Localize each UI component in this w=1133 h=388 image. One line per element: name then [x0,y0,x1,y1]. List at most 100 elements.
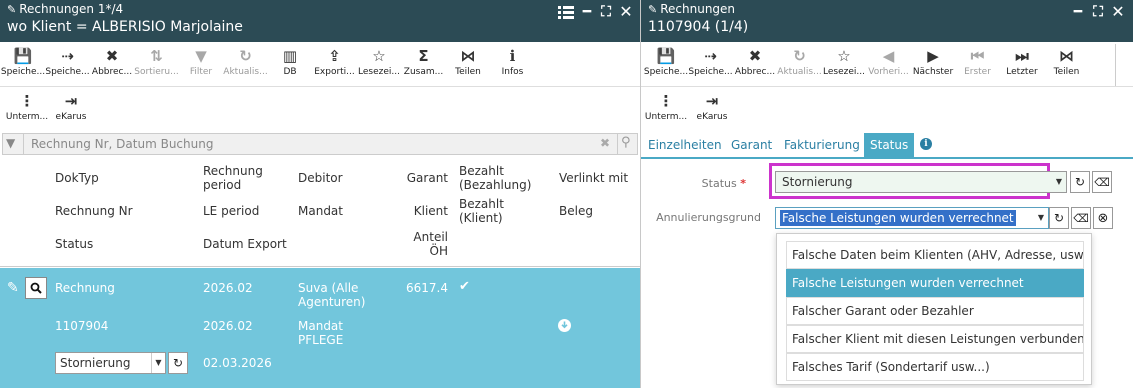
chart-icon: ▥ [282,47,298,65]
eraser-icon[interactable]: ⌫ [1071,207,1091,229]
row-doktyp: Rechnung [55,281,115,295]
col-rechnung-period[interactable]: Rechnung period [203,164,283,192]
col-verlinkt[interactable]: Verlinkt mit [559,171,628,185]
share-button[interactable]: ⋈ Teilen [1044,47,1090,77]
col-rechnung-nr[interactable]: Rechnung Nr [55,204,133,218]
col-debitor[interactable]: Debitor [298,171,343,185]
list-view-icon[interactable] [557,4,575,20]
chevron-down-icon[interactable]: ▼ [1034,208,1048,228]
row-datum-export: 02.03.2026 [203,356,272,370]
more-button[interactable]: ⋮ Unterm... [643,92,689,122]
col-anteil-oh[interactable]: Anteil ÖH [408,230,448,258]
ekarus-button[interactable]: ⇥ eKarus [689,92,735,122]
close-icon[interactable]: ✕ [618,4,634,20]
previous-icon: ◀ [882,47,895,65]
grund-refresh-icon[interactable]: ↻ [1049,207,1069,229]
search-input[interactable]: Rechnung Nr, Datum Buchung [31,137,213,151]
pencil-icon: ✎ [7,3,17,16]
save-next-icon: ⇢ [61,47,74,65]
first-button[interactable]: ⏮ Erster [955,47,1001,77]
dropdown-option-selected[interactable]: Falsche Leistungen wurden verrechnet [786,269,1084,297]
clear-search-icon[interactable]: ✖ [600,136,610,150]
star-button[interactable]: ☆ Lesezei... [356,47,402,77]
col-datum-export[interactable]: Datum Export [203,237,287,251]
cancel-button[interactable]: ✖ Abbrec... [732,47,778,77]
status-refresh-icon[interactable]: ↻ [1070,171,1090,193]
filter-button[interactable]: ▼ Filter [178,47,224,77]
dropdown-option[interactable]: Falsches Tarif (Sondertarif usw...) [786,353,1084,381]
save-next-button[interactable]: ⇢ Speiche... [688,47,734,77]
tab-garant[interactable]: Garant [725,133,778,157]
maximize-icon[interactable]: ⛶ [1090,4,1106,20]
dropdown-option[interactable]: Falscher Klient mit diesen Leistungen ve… [786,325,1084,353]
star-button[interactable]: ☆ Lesezei... [821,47,867,77]
last-button[interactable]: ⏭ Letzter [999,47,1045,77]
view-button[interactable] [25,277,47,299]
cancel-button[interactable]: ✖ Abbrec... [89,47,135,77]
refresh-button[interactable]: ↻ Aktualis... [777,47,823,77]
col-doktyp[interactable]: DokTyp [55,171,99,185]
sort-button[interactable]: ⇅ Sortieru... [134,47,180,77]
refresh-button[interactable]: ↻ Aktualis... [223,47,269,77]
col-garant[interactable]: Garant [395,171,448,185]
chevron-down-icon[interactable]: ▼ [151,353,165,373]
col-bezahlt-klient[interactable]: Bezahlt (Klient) [459,197,529,225]
save-button[interactable]: 💾 Speiche... [0,47,46,77]
row-status-value: Stornierung [60,356,131,370]
dropdown-option[interactable]: Falsche Daten beim Klienten (AHV, Adress… [786,241,1084,269]
save-button[interactable]: 💾 Speiche... [643,47,689,77]
tab-einzelheiten[interactable]: Einzelheiten [642,133,728,157]
minimize-icon[interactable]: ━ [579,4,595,20]
col-status[interactable]: Status [55,237,93,251]
ekarus-icon: ⇥ [705,92,719,110]
info-icon[interactable]: i [920,138,932,150]
edit-icon[interactable]: ✎ [7,280,19,296]
tab-fakturierung[interactable]: Fakturierung [778,133,866,157]
clear-icon[interactable]: ⊗ [1093,207,1113,229]
toolbar-scroll-divider [1115,44,1116,86]
save-icon: 💾 [656,47,676,65]
export-icon: ⇪ [328,47,341,65]
eraser-icon[interactable]: ⌫ [1092,171,1112,193]
share-button[interactable]: ⋈ Teilen [445,47,491,77]
save-next-button[interactable]: ⇢ Speiche... [45,47,91,77]
maximize-icon[interactable]: ⛶ [598,4,614,20]
refresh-icon: ↻ [793,47,806,65]
status-select[interactable]: Stornierung ▼ [775,171,1067,193]
download-icon[interactable] [558,319,571,332]
chart-button[interactable]: ▥ DB [267,47,313,77]
status-value: Stornierung [782,175,853,189]
col-bezahlt[interactable]: Bezahlt (Bezahlung) [459,164,549,192]
row-status-select[interactable]: Stornierung ▼ [55,352,166,374]
ekarus-button[interactable]: ⇥ eKarus [48,92,94,122]
search-icon[interactable]: ⚲ [621,135,631,150]
row-le-period: 2026.02 [203,319,253,333]
filter-icon[interactable]: ▼ [6,136,15,150]
next-button[interactable]: ▶ Nächster [910,47,956,77]
previous-button[interactable]: ◀ Vorheri... [866,47,912,77]
col-le-period[interactable]: LE period [203,204,259,218]
col-mandat[interactable]: Mandat [298,204,343,218]
info-button[interactable]: ℹ Infos [490,47,536,77]
toolbar-label: eKarus [55,112,87,122]
first-icon: ⏮ [970,47,985,65]
refresh-icon: ↻ [239,47,252,65]
minimize-icon[interactable]: ━ [1070,4,1086,20]
tab-status[interactable]: Status [864,133,915,157]
share-icon: ⋈ [1059,47,1074,65]
export-button[interactable]: ⇪ Exporti... [312,47,358,77]
sum-icon: Σ [418,47,429,65]
close-icon[interactable]: ✕ [1110,4,1126,20]
left-window-title: Rechnungen 1*/4 [19,2,124,16]
col-klient[interactable]: Klient [395,204,448,218]
col-beleg[interactable]: Beleg [559,204,593,218]
more-button[interactable]: ⋮ Unterm... [4,92,50,122]
annulierungsgrund-select[interactable]: Falsche Leistungen wurden verrechnet ▼ [775,207,1049,229]
refresh-icon[interactable]: ↻ [168,352,188,374]
table-row[interactable]: ✎ Rechnung 2026.02 Suva (Alle Agenturen)… [0,268,640,388]
toolbar-label: DB [283,67,297,77]
dropdown-option[interactable]: Falscher Garant oder Bezahler [786,297,1084,325]
sum-button[interactable]: Σ Zusam... [401,47,447,77]
chevron-down-icon[interactable]: ▼ [1052,172,1066,192]
toolbar-label: Speiche... [45,67,90,77]
